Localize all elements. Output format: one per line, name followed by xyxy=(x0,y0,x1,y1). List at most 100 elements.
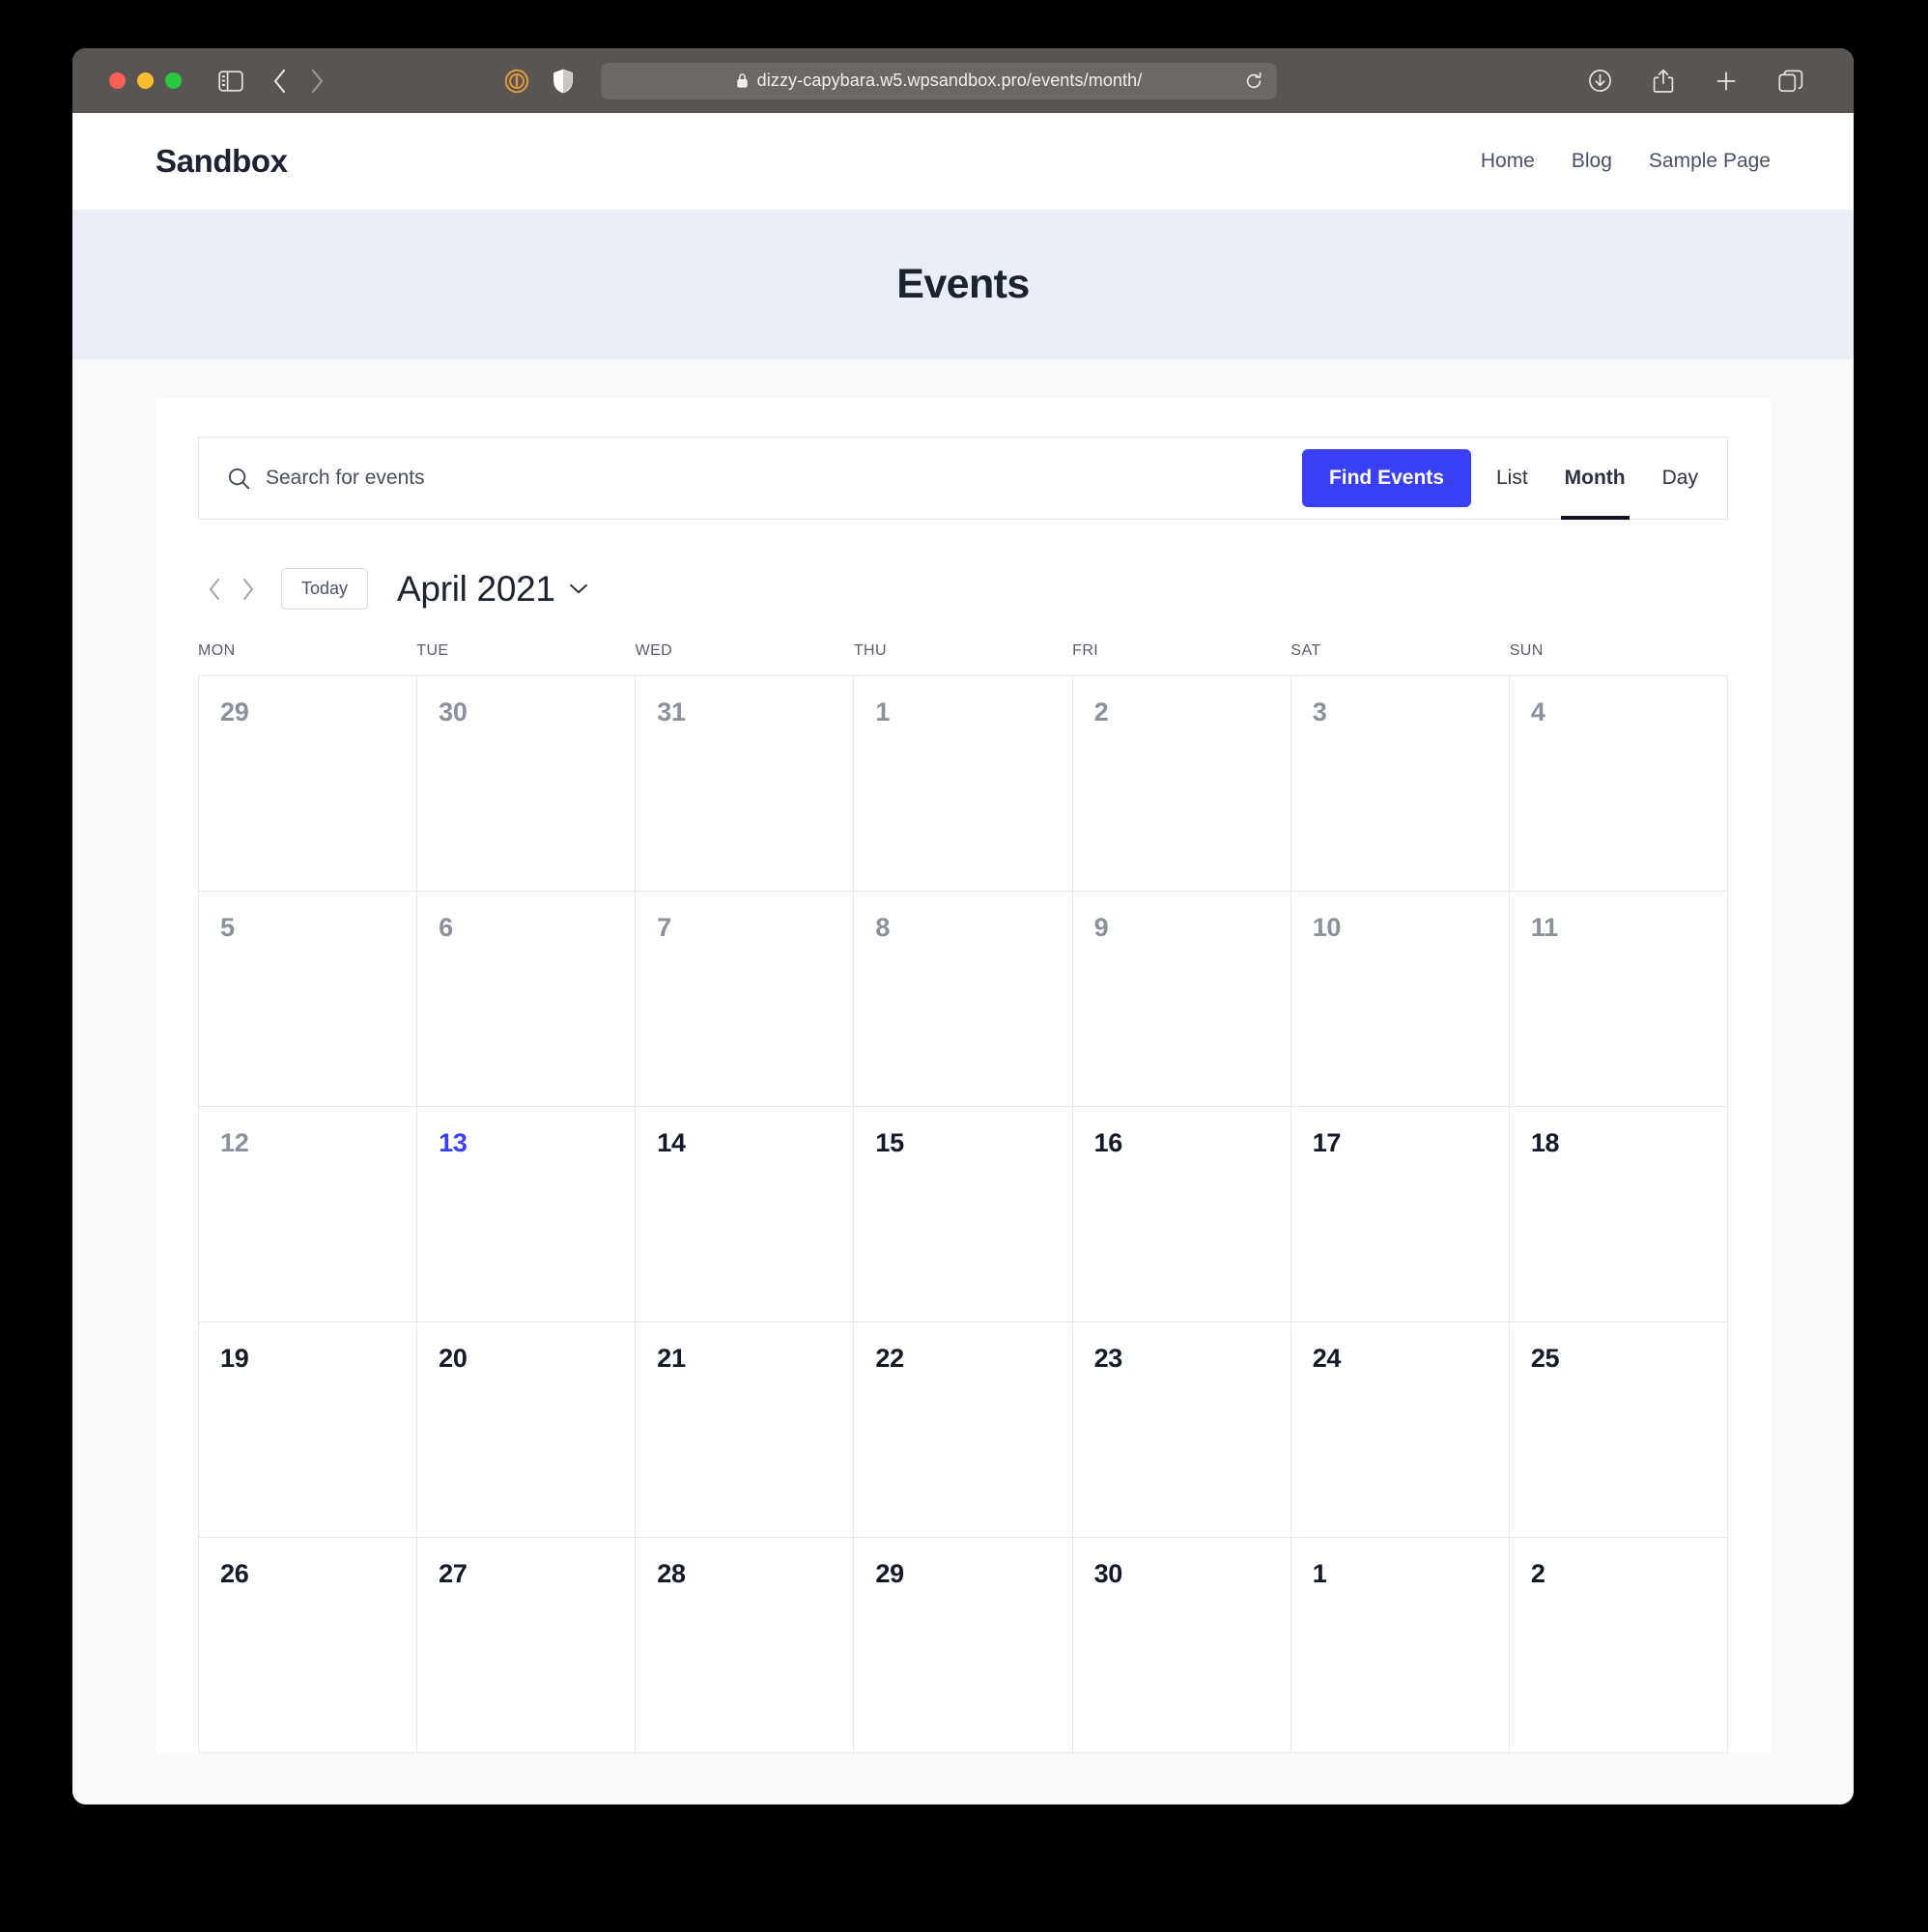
calendar-day-number: 29 xyxy=(220,697,249,726)
calendar-day-cell[interactable]: 2 xyxy=(1509,1538,1728,1753)
site-title[interactable]: Sandbox xyxy=(156,143,288,180)
reload-icon[interactable] xyxy=(1244,71,1263,91)
calendar-day-cell[interactable]: 23 xyxy=(1072,1322,1291,1538)
calendar-day-cell[interactable]: 30 xyxy=(417,676,637,892)
calendar-day-cell[interactable]: 7 xyxy=(636,892,855,1107)
minimize-window-button[interactable] xyxy=(137,72,154,89)
tab-list[interactable]: List xyxy=(1492,438,1532,519)
calendar-day-cell[interactable]: 21 xyxy=(636,1322,855,1538)
maximize-window-button[interactable] xyxy=(165,72,182,89)
calendar-day-number: 5 xyxy=(220,913,235,942)
next-month-button[interactable] xyxy=(231,573,264,606)
browser-window: dizzy-capybara.w5.wpsandbox.pro/events/m… xyxy=(72,48,1854,1804)
month-label: April 2021 xyxy=(397,568,555,609)
calendar-day-number: 4 xyxy=(1530,697,1545,726)
calendar-day-number: 8 xyxy=(875,913,891,942)
calendar-day-number: 2 xyxy=(1530,1559,1545,1588)
calendar-day-number: 25 xyxy=(1530,1344,1560,1373)
calendar-day-number: 31 xyxy=(657,697,686,726)
calendar-day-number: 16 xyxy=(1093,1128,1123,1157)
forward-chevron-icon[interactable] xyxy=(309,69,325,94)
toolbar-actions xyxy=(1588,69,1829,94)
calendar-day-number: 9 xyxy=(1093,913,1109,942)
calendar-day-cell[interactable]: 19 xyxy=(199,1322,418,1538)
calendar-day-number: 27 xyxy=(439,1559,468,1588)
calendar-day-cell[interactable]: 5 xyxy=(199,892,418,1107)
month-selector[interactable]: April 2021 xyxy=(397,569,588,610)
calendar-day-number: 28 xyxy=(657,1559,686,1588)
weekday-header: MON TUE WED THU FRI SAT SUN xyxy=(198,642,1728,675)
calendar-day-cell[interactable]: 22 xyxy=(854,1322,1073,1538)
calendar-day-number: 2 xyxy=(1093,697,1109,726)
calendar-day-number: 14 xyxy=(657,1128,686,1157)
tab-month[interactable]: Month xyxy=(1560,438,1630,520)
nav-item-sample-page[interactable]: Sample Page xyxy=(1649,150,1771,173)
calendar-day-cell[interactable]: 1 xyxy=(854,676,1073,892)
calendar-day-number: 13 xyxy=(439,1128,468,1157)
events-search-bar: Find Events List Month Day xyxy=(198,437,1728,520)
calendar-day-cell[interactable]: 15 xyxy=(854,1107,1073,1322)
calendar-day-cell[interactable]: 27 xyxy=(417,1538,637,1753)
calendar-day-number: 7 xyxy=(657,913,671,942)
nav-item-blog[interactable]: Blog xyxy=(1572,150,1612,173)
calendar-grid: 29 30 31 1 2 3 4 5 6 7 8 9 10 11 12 13 14 15 16 17 18 19 20 21 2… xyxy=(198,675,1728,1753)
calendar-day-number: 17 xyxy=(1312,1128,1342,1157)
calendar-day-number: 12 xyxy=(220,1128,249,1157)
calendar-day-cell[interactable]: 8 xyxy=(854,892,1073,1107)
calendar-day-cell[interactable]: 25 xyxy=(1509,1322,1728,1538)
today-button[interactable]: Today xyxy=(281,568,369,610)
calendar-day-cell[interactable]: 10 xyxy=(1290,892,1510,1107)
calendar-day-cell[interactable]: 24 xyxy=(1290,1322,1510,1538)
calendar-day-cell[interactable]: 16 xyxy=(1072,1107,1291,1322)
privacy-shield-icon[interactable] xyxy=(553,69,574,94)
lock-icon xyxy=(736,73,748,88)
calendar-day-cell[interactable]: 29 xyxy=(854,1538,1073,1753)
tab-overview-icon[interactable] xyxy=(1778,70,1803,93)
calendar-day-number: 24 xyxy=(1312,1344,1342,1373)
calendar-day-cell[interactable]: 4 xyxy=(1509,676,1728,892)
calendar-day-cell[interactable]: 30 xyxy=(1072,1538,1291,1753)
previous-month-button[interactable] xyxy=(198,573,231,606)
calendar-day-cell[interactable]: 18 xyxy=(1509,1107,1728,1322)
page-viewport: Sandbox Home Blog Sample Page Events Sea… xyxy=(72,113,1854,1804)
calendar-day-cell[interactable]: 14 xyxy=(636,1107,855,1322)
calendar-day-cell[interactable]: 17 xyxy=(1290,1107,1510,1322)
calendar-day-cell[interactable]: 1 xyxy=(1290,1538,1510,1753)
calendar-day-cell[interactable]: 20 xyxy=(417,1322,637,1538)
page-title: Events xyxy=(896,261,1030,307)
new-tab-icon[interactable] xyxy=(1715,70,1738,93)
calendar-day-number: 22 xyxy=(875,1344,904,1373)
calendar-day-cell[interactable]: 13 xyxy=(417,1107,637,1322)
calendar-day-cell[interactable]: 9 xyxy=(1072,892,1291,1107)
search-input[interactable] xyxy=(266,467,1233,490)
calendar-day-cell[interactable]: 31 xyxy=(636,676,855,892)
calendar-day-cell[interactable]: 12 xyxy=(199,1107,418,1322)
browser-toolbar: dizzy-capybara.w5.wpsandbox.pro/events/m… xyxy=(72,48,1854,113)
calendar-day-cell[interactable]: 6 xyxy=(417,892,637,1107)
calendar-day-cell[interactable]: 2 xyxy=(1072,676,1291,892)
address-bar[interactable]: dizzy-capybara.w5.wpsandbox.pro/events/m… xyxy=(601,62,1277,99)
calendar-day-number: 1 xyxy=(875,697,891,726)
extension-icon[interactable] xyxy=(504,69,529,94)
sidebar-toggle-icon[interactable] xyxy=(218,70,243,92)
back-chevron-icon[interactable] xyxy=(272,69,288,94)
hero-banner: Events xyxy=(72,210,1854,359)
nav-item-home[interactable]: Home xyxy=(1481,150,1535,173)
weekday-sat: SAT xyxy=(1290,642,1321,659)
calendar-day-number: 29 xyxy=(875,1559,904,1588)
calendar-day-cell[interactable]: 3 xyxy=(1290,676,1510,892)
tab-day[interactable]: Day xyxy=(1659,438,1702,519)
calendar-day-cell[interactable]: 28 xyxy=(636,1538,855,1753)
events-card: Find Events List Month Day xyxy=(156,398,1771,1753)
calendar-day-number: 30 xyxy=(1093,1559,1123,1588)
calendar-day-cell[interactable]: 11 xyxy=(1509,892,1728,1107)
calendar-day-cell[interactable]: 29 xyxy=(199,676,418,892)
close-window-button[interactable] xyxy=(109,72,126,89)
site-nav: Home Blog Sample Page xyxy=(1481,150,1771,173)
share-icon[interactable] xyxy=(1653,69,1674,94)
calendar-day-number: 30 xyxy=(439,697,468,726)
window-controls xyxy=(109,72,182,89)
downloads-icon[interactable] xyxy=(1588,69,1612,93)
find-events-button[interactable]: Find Events xyxy=(1301,449,1471,507)
calendar-day-cell[interactable]: 26 xyxy=(199,1538,418,1753)
